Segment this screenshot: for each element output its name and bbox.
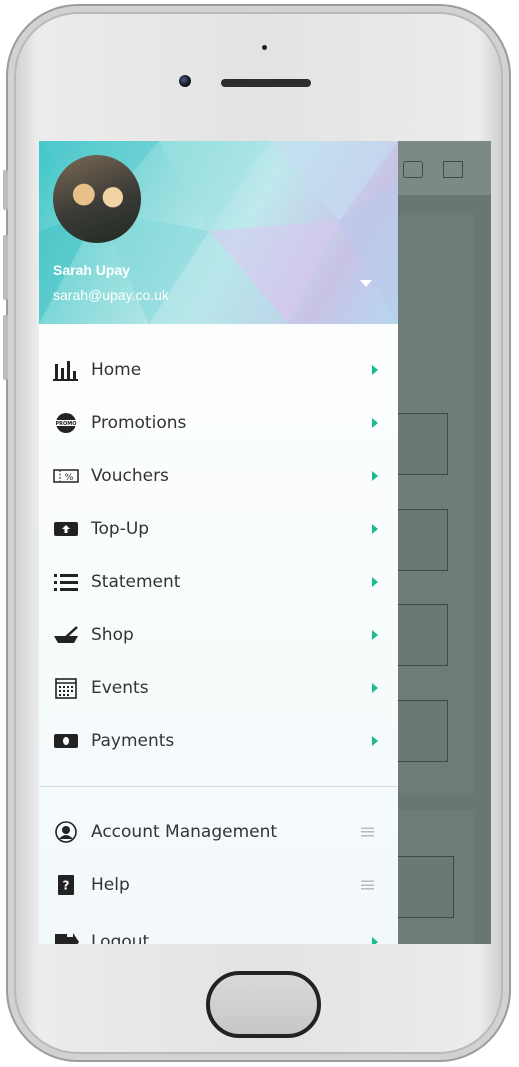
menu-label: Top-Up — [91, 519, 150, 539]
volume-down-button — [3, 315, 8, 380]
menu-item-home[interactable]: Home — [39, 344, 398, 396]
menu-label: Statement — [91, 572, 181, 592]
promo-icon: PROMO — [54, 413, 78, 433]
menu-lines-icon — [361, 827, 374, 837]
user-email: sarah@upay.co.uk — [53, 287, 169, 303]
chevron-right-icon — [372, 418, 378, 428]
chevron-right-icon — [372, 471, 378, 481]
menu-label: Vouchers — [91, 466, 169, 486]
payment-icon — [54, 734, 78, 748]
avatar[interactable] — [53, 155, 141, 243]
chevron-right-icon — [372, 577, 378, 587]
logout-icon — [55, 933, 79, 944]
list-icon — [54, 574, 78, 591]
menu-label: Help — [91, 875, 130, 895]
mute-switch — [3, 170, 8, 210]
menu-lines-icon — [361, 880, 374, 890]
menu-item-shop[interactable]: Shop — [39, 609, 398, 661]
menu-item-statement[interactable]: Statement — [39, 556, 398, 608]
profile-header[interactable]: Sarah Upay sarah@upay.co.uk — [39, 141, 398, 324]
menu-item-help[interactable]: ? Help — [39, 859, 398, 911]
menu-label: Events — [91, 678, 149, 698]
menu-item-vouchers[interactable]: % Vouchers — [39, 450, 398, 502]
help-icon: ? — [58, 875, 74, 895]
menu-item-promotions[interactable]: PROMO Promotions — [39, 397, 398, 449]
menu-label: Shop — [91, 625, 134, 645]
voucher-icon-text: % — [65, 473, 74, 483]
menu-item-events[interactable]: Events — [39, 662, 398, 714]
mail-icon[interactable] — [443, 161, 463, 178]
help-icon-text: ? — [63, 879, 70, 893]
menu-label: Payments — [91, 731, 175, 751]
bar-chart-icon — [53, 361, 78, 381]
top-up-icon — [54, 522, 78, 536]
earpiece-speaker — [221, 79, 311, 87]
menu-label: Logout — [91, 932, 150, 944]
account-icon — [55, 821, 77, 843]
menu-item-payments[interactable]: Payments — [39, 715, 398, 767]
chevron-right-icon — [372, 630, 378, 640]
chevron-right-icon — [372, 937, 378, 944]
voucher-icon: % — [53, 469, 79, 483]
menu-item-top-up[interactable]: Top-Up — [39, 503, 398, 555]
menu-label: Account Management — [91, 822, 278, 842]
chevron-right-icon — [372, 365, 378, 375]
phone-screen: Sarah Upay sarah@upay.co.uk Home PROMO P… — [39, 141, 491, 944]
calendar-icon — [55, 678, 77, 699]
chevron-right-icon — [372, 524, 378, 534]
account-dropdown-icon[interactable] — [360, 280, 372, 287]
promo-icon-text: PROMO — [56, 421, 77, 427]
menu-item-account-management[interactable]: Account Management — [39, 806, 398, 858]
user-name: Sarah Upay — [53, 262, 131, 278]
front-camera — [179, 75, 191, 87]
menu-label: Home — [91, 360, 142, 380]
chevron-right-icon — [372, 736, 378, 746]
home-button[interactable] — [206, 971, 321, 1038]
chevron-right-icon — [372, 683, 378, 693]
shop-icon — [54, 626, 78, 643]
info-icon[interactable] — [403, 161, 423, 178]
navigation-drawer: Sarah Upay sarah@upay.co.uk Home PROMO P… — [39, 141, 398, 944]
volume-up-button — [3, 235, 8, 300]
menu-divider — [39, 786, 398, 787]
proximity-sensor — [262, 45, 267, 50]
menu-item-logout[interactable]: Logout — [39, 916, 398, 944]
menu-label: Promotions — [91, 413, 187, 433]
